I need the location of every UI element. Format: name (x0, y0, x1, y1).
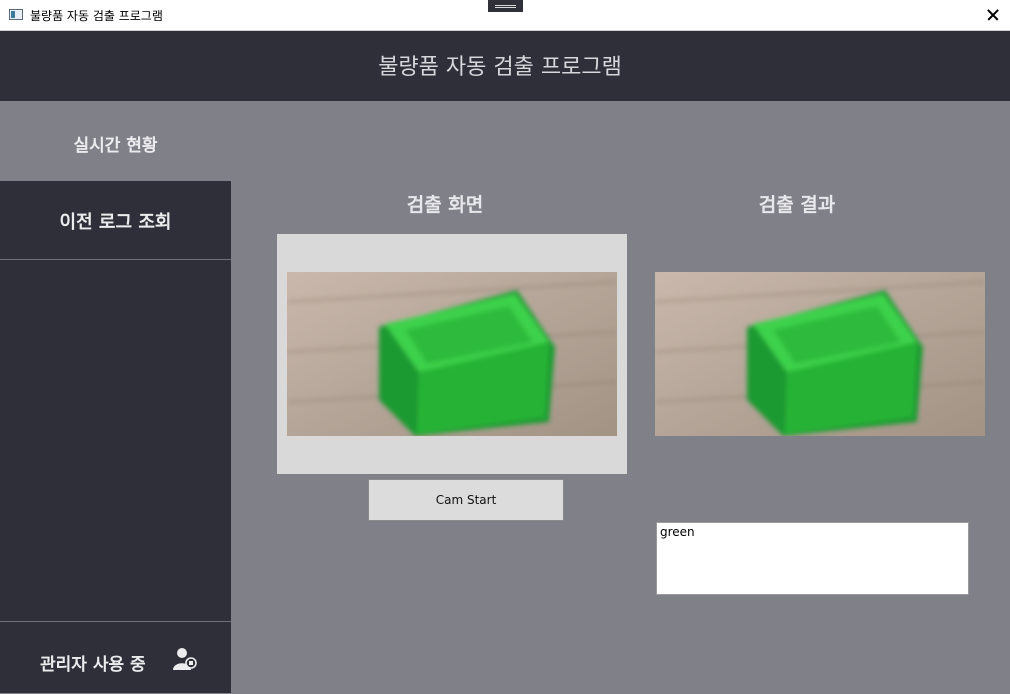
nav-item-realtime[interactable]: 실시간 현황 (0, 101, 231, 181)
cam-start-button[interactable]: Cam Start (368, 479, 564, 521)
nav-item-log-label: 이전 로그 조회 (59, 212, 172, 233)
camera-feed-image (287, 272, 617, 436)
window-title: 불량품 자동 검출 프로그램 (30, 9, 163, 23)
result-text-box[interactable]: green (656, 522, 969, 595)
close-button[interactable] (978, 2, 1008, 28)
page-title: 불량품 자동 검출 프로그램 (378, 55, 622, 80)
window-titlebar: 불량품 자동 검출 프로그램 (0, 0, 1010, 31)
result-image (655, 272, 985, 436)
sidebar: 이전 로그 조회 관리자 사용 중 (0, 181, 231, 693)
admin-user-icon (173, 648, 197, 670)
nav-item-realtime-label: 실시간 현황 (73, 136, 158, 156)
app-header: 불량품 자동 검출 프로그램 (0, 31, 1010, 101)
drag-handle-icon[interactable] (488, 0, 523, 12)
nav-item-log-history[interactable]: 이전 로그 조회 (0, 181, 231, 260)
admin-status-label: 관리자 사용 중 (40, 655, 146, 675)
admin-status: 관리자 사용 중 (0, 621, 231, 694)
app-window-icon (9, 9, 23, 20)
detection-result-title: 검출 결과 (758, 194, 836, 216)
detection-screen-title: 검출 화면 (406, 194, 484, 216)
